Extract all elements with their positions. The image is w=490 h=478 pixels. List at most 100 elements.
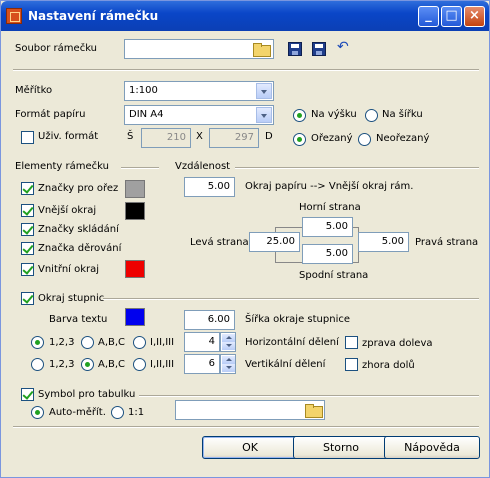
separator (13, 69, 479, 71)
h-division-input[interactable]: 4 (184, 332, 220, 352)
paper-edge-label: Okraj papíru --> Vnější okraj rám. (245, 181, 414, 192)
punch-mark-label: Značka děrování (38, 243, 122, 254)
x-label: X (196, 131, 203, 142)
dialog-window: Nastavení rámečku _ □ × Soubor rámečku ↶… (0, 0, 490, 478)
auto-scale-radio[interactable] (31, 406, 44, 419)
scale-select[interactable]: 1:100 (124, 81, 274, 101)
scale-label: Měřítko (15, 85, 53, 96)
v-division-input[interactable]: 6 (184, 354, 220, 374)
help-button[interactable]: Nápověda (384, 436, 480, 459)
maximize-button[interactable]: □ (441, 6, 462, 27)
height-label: D (265, 131, 273, 142)
right-side-label: Pravá strana (415, 237, 479, 248)
v-numeric-label: 1,2,3 (49, 359, 75, 370)
top-side-label: Horní strana (299, 202, 361, 213)
frame-file-label: Soubor rámečku (15, 43, 98, 54)
inner-edge-checkbox[interactable] (21, 263, 34, 276)
h-division-spinner[interactable] (220, 332, 236, 352)
landscape-radio[interactable] (365, 109, 378, 122)
paper-edge-input[interactable]: 5.00 (184, 177, 235, 197)
app-icon (6, 8, 22, 24)
crop-marks-label: Značky pro ořez (38, 183, 119, 194)
v-division-label: Vertikální dělení (245, 359, 326, 370)
right-to-left-checkbox[interactable] (345, 336, 358, 349)
chevron-down-icon[interactable] (256, 83, 272, 99)
spin-down-icon[interactable] (222, 342, 235, 350)
top-to-bottom-checkbox[interactable] (345, 358, 358, 371)
chevron-down-icon[interactable] (256, 107, 272, 123)
portrait-label: Na výšku (311, 109, 357, 120)
v-division-spinner[interactable] (220, 354, 236, 374)
undo-icon[interactable]: ↶ (337, 39, 349, 55)
v-numeric-radio[interactable] (31, 358, 44, 371)
close-button[interactable]: × (464, 6, 485, 27)
minimize-button[interactable]: _ (418, 6, 439, 27)
open-folder-icon[interactable] (303, 402, 323, 418)
window-title: Nastavení rámečku (28, 9, 159, 23)
cut-label: Ořezaný (311, 133, 353, 144)
fold-marks-label: Značky skládání (38, 224, 119, 235)
title-bar[interactable]: Nastavení rámečku _ □ × (1, 1, 489, 31)
separator (121, 167, 159, 169)
landscape-label: Na šířku (382, 109, 423, 120)
separator (103, 298, 479, 300)
v-roman-radio[interactable] (133, 358, 146, 371)
save-as-icon[interactable] (312, 42, 326, 56)
user-format-label: Uživ. formát (38, 131, 99, 142)
paper-format-value: DIN A4 (129, 109, 164, 120)
scale-width-label: Šířka okraje stupnice (245, 314, 350, 325)
separator (235, 167, 479, 169)
portrait-radio[interactable] (293, 109, 306, 122)
paper-format-select[interactable]: DIN A4 (124, 105, 274, 125)
width-label: Š (127, 131, 134, 142)
uncut-radio[interactable] (358, 133, 371, 146)
user-format-checkbox[interactable] (21, 131, 34, 144)
right-to-left-label: zprava doleva (362, 338, 433, 349)
v-alpha-radio[interactable] (81, 358, 94, 371)
separator (13, 426, 479, 428)
h-alpha-radio[interactable] (81, 336, 94, 349)
left-input[interactable]: 25.00 (249, 232, 300, 252)
outer-edge-checkbox[interactable] (21, 204, 34, 217)
inner-edge-color[interactable] (125, 260, 145, 278)
bottom-side-label: Spodní strana (299, 270, 369, 281)
width-input[interactable]: 210 (141, 128, 191, 148)
scale-value: 1:100 (129, 85, 158, 96)
v-roman-label: I,II,III (150, 359, 175, 370)
spin-up-icon[interactable] (222, 334, 235, 342)
table-symbol-title: Symbol pro tabulku (38, 389, 136, 400)
crop-marks-checkbox[interactable] (21, 182, 34, 195)
h-numeric-label: 1,2,3 (49, 337, 75, 348)
one-to-one-radio[interactable] (111, 406, 124, 419)
scale-edge-title: Okraj stupnic (38, 293, 105, 304)
spin-up-icon[interactable] (222, 356, 235, 364)
text-color-label: Barva textu (49, 314, 108, 325)
h-roman-radio[interactable] (133, 336, 146, 349)
spin-down-icon[interactable] (222, 364, 235, 372)
table-symbol-checkbox[interactable] (21, 388, 34, 401)
top-input[interactable]: 5.00 (302, 217, 353, 237)
h-numeric-radio[interactable] (31, 336, 44, 349)
uncut-label: Neořezaný (376, 133, 430, 144)
scale-width-input[interactable]: 6.00 (184, 310, 235, 330)
left-side-label: Levá strana (190, 237, 249, 248)
outer-edge-color[interactable] (125, 202, 145, 220)
h-roman-label: I,II,III (150, 337, 175, 348)
save-icon[interactable] (288, 42, 302, 56)
separator (139, 395, 479, 397)
cut-radio[interactable] (293, 133, 306, 146)
bottom-input[interactable]: 5.00 (302, 244, 353, 264)
ok-button[interactable]: OK (202, 436, 298, 459)
crop-marks-color[interactable] (125, 180, 145, 198)
inner-edge-label: Vnitřní okraj (38, 264, 100, 275)
open-folder-icon[interactable] (251, 41, 271, 57)
top-to-bottom-label: zhora dolů (362, 360, 415, 371)
right-input[interactable]: 5.00 (358, 232, 409, 252)
cancel-button[interactable]: Storno (293, 436, 389, 459)
punch-mark-checkbox[interactable] (21, 242, 34, 255)
fold-marks-checkbox[interactable] (21, 223, 34, 236)
auto-scale-label: Auto-měřít. (49, 407, 106, 418)
height-input[interactable]: 297 (209, 128, 259, 148)
scale-edge-checkbox[interactable] (21, 292, 34, 305)
text-color-swatch[interactable] (125, 308, 145, 326)
